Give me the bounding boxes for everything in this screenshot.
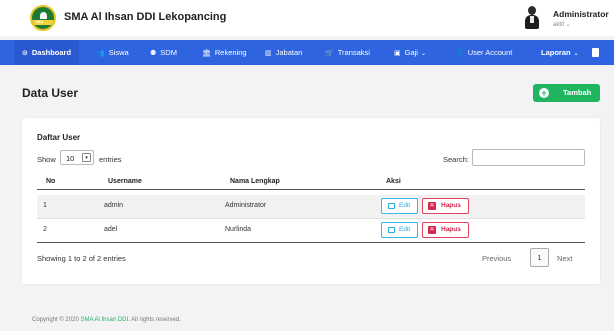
dashboard-icon: ⊙ bbox=[22, 50, 28, 57]
pagination-previous[interactable]: Previous bbox=[482, 254, 511, 263]
people-icon: ⚉ bbox=[150, 50, 157, 57]
cell-no: 1 bbox=[43, 202, 47, 209]
nav-laporan[interactable]: Laporan ⌄ bbox=[541, 40, 579, 65]
delete-button[interactable]: ✕ Hapus bbox=[422, 222, 469, 238]
nav-label: Transaksi bbox=[337, 48, 370, 57]
school-logo[interactable]: DDI bbox=[30, 5, 56, 31]
user-table-card: Daftar User Show 10 ▾ entries Search: No… bbox=[22, 118, 600, 284]
close-icon: ✕ bbox=[428, 226, 436, 234]
cell-no: 2 bbox=[43, 226, 47, 233]
nav-label: Dashboard bbox=[31, 48, 72, 57]
dropdown-arrow-icon: ▾ bbox=[82, 153, 91, 162]
edit-button[interactable]: Edit bbox=[381, 198, 418, 214]
user-status-dropdown[interactable]: aktif ⌄ bbox=[553, 21, 571, 28]
column-header-aksi[interactable]: Aksi bbox=[386, 178, 401, 185]
bank-icon: 🏛 bbox=[202, 50, 211, 57]
nav-rekening[interactable]: 🏛 Rekening bbox=[202, 40, 247, 65]
delete-label: Hapus bbox=[441, 226, 461, 233]
user-icon: 👤 bbox=[455, 50, 464, 57]
entries-value: 10 bbox=[66, 154, 75, 163]
table-header-divider bbox=[37, 189, 585, 190]
money-icon: ▣ bbox=[394, 50, 401, 57]
logo-dome bbox=[40, 12, 47, 19]
cart-icon: 🛒 bbox=[325, 50, 334, 57]
nav-label: Gaji bbox=[404, 48, 418, 57]
edit-button[interactable]: Edit bbox=[381, 222, 418, 238]
chart-icon: ▥ bbox=[265, 50, 272, 57]
pagination-next[interactable]: Next bbox=[557, 254, 572, 263]
table-info: Showing 1 to 2 of 2 entries bbox=[37, 254, 126, 263]
edit-label: Edit bbox=[399, 202, 411, 209]
nav-user-account[interactable]: 👤 User Account bbox=[455, 40, 512, 65]
main-navbar: ⊙ Dashboard 👥 Siswa ⚉ SDM 🏛 Rekening ▥ Jabata… bbox=[0, 40, 614, 65]
column-header-username[interactable]: Username bbox=[108, 178, 142, 185]
footer: Copyright © 2020 SMA Al Ihsan DDI. All r… bbox=[32, 317, 181, 323]
nav-label: SDM bbox=[160, 48, 177, 57]
nav-siswa[interactable]: 👥 Siswa bbox=[96, 40, 129, 65]
edit-icon bbox=[388, 227, 395, 233]
cell-username: admin bbox=[104, 202, 124, 209]
nav-transaksi[interactable]: 🛒 Transaksi bbox=[325, 40, 370, 65]
entries-select[interactable]: 10 ▾ bbox=[60, 150, 94, 165]
close-icon: ✕ bbox=[428, 202, 436, 210]
nav-jabatan[interactable]: ▥ Jabatan bbox=[265, 40, 302, 65]
nav-dashboard[interactable]: ⊙ Dashboard bbox=[14, 40, 80, 65]
entries-label: entries bbox=[99, 155, 122, 164]
cell-nama-lengkap: Nurlinda bbox=[225, 226, 252, 233]
nav-label: Siswa bbox=[108, 48, 129, 57]
table-row: 2 adel Nurlinda Edit ✕ Hapus bbox=[37, 219, 585, 242]
edit-icon bbox=[388, 203, 395, 209]
add-button-label: Tambah bbox=[563, 88, 592, 97]
column-header-nama-lengkap[interactable]: Nama Lengkap bbox=[230, 178, 280, 185]
nav-label: Jabatan bbox=[275, 48, 303, 57]
delete-button[interactable]: ✕ Hapus bbox=[422, 198, 469, 214]
footer-copyright: Copyright © 2020 bbox=[32, 317, 79, 323]
footer-brand-link[interactable]: SMA Al Ihsan DDI. bbox=[80, 317, 129, 323]
column-header-no[interactable]: No bbox=[46, 178, 55, 185]
users-icon: 👥 bbox=[96, 50, 105, 57]
plus-icon: + bbox=[539, 88, 549, 98]
show-label: Show bbox=[37, 155, 56, 164]
footer-rights: All rights reserved. bbox=[131, 317, 181, 323]
cell-nama-lengkap: Administrator bbox=[225, 202, 267, 209]
nav-label: Laporan bbox=[541, 48, 571, 57]
chevron-down-icon: ⌄ bbox=[573, 51, 579, 57]
chevron-down-icon: ⌄ bbox=[420, 51, 426, 57]
user-name[interactable]: Administrator bbox=[553, 9, 609, 19]
nav-gaji[interactable]: ▣ Gaji ⌄ bbox=[394, 40, 426, 65]
document-icon[interactable] bbox=[592, 48, 599, 57]
table-bottom-divider bbox=[37, 242, 585, 243]
card-title: Daftar User bbox=[37, 133, 81, 142]
pagination-page-1[interactable]: 1 bbox=[530, 248, 549, 267]
nav-sdm[interactable]: ⚉ SDM bbox=[150, 40, 177, 65]
page-title: Data User bbox=[22, 86, 79, 100]
add-button[interactable]: + Tambah bbox=[533, 84, 600, 102]
logo-text: DDI bbox=[36, 19, 43, 24]
table-row: 1 admin Administrator Edit ✕ Hapus bbox=[37, 195, 585, 218]
cell-username: adel bbox=[104, 226, 118, 233]
edit-label: Edit bbox=[399, 226, 411, 233]
user-avatar-icon[interactable] bbox=[525, 6, 539, 30]
search-label: Search: bbox=[443, 155, 469, 164]
delete-label: Hapus bbox=[441, 202, 461, 209]
nav-label: Rekening bbox=[214, 48, 247, 57]
app-title[interactable]: SMA Al Ihsan DDI Lekopancing bbox=[64, 11, 226, 23]
search-input[interactable] bbox=[472, 149, 585, 166]
nav-label: User Account bbox=[467, 48, 513, 57]
top-header: DDI SMA Al Ihsan DDI Lekopancing Adminis… bbox=[0, 0, 614, 36]
